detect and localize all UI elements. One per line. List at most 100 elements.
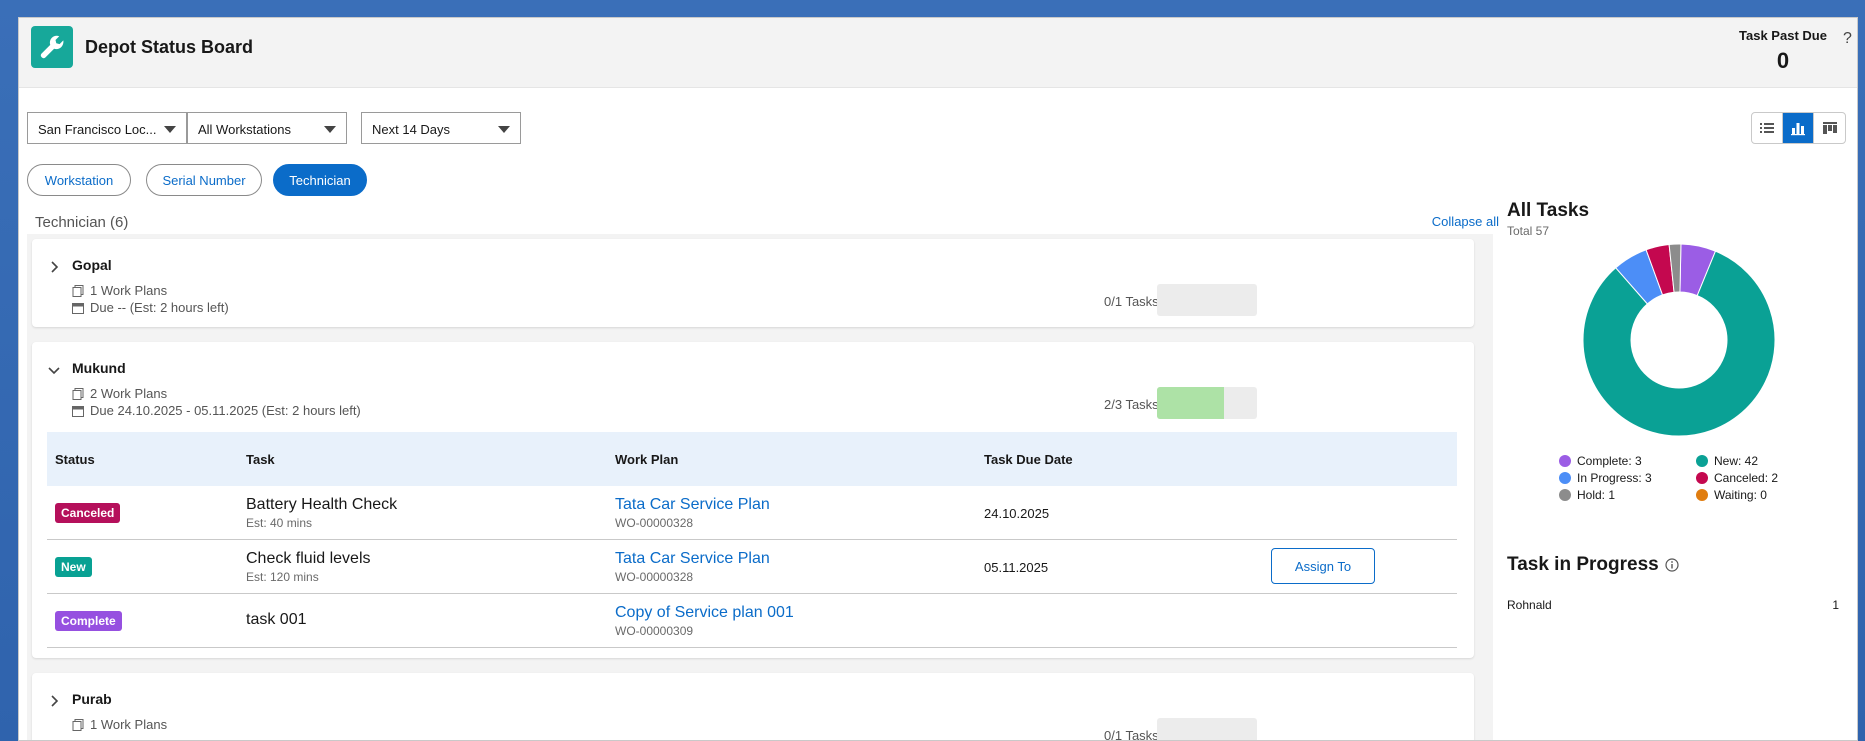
chart-view-icon[interactable] [1783, 113, 1814, 143]
location-select-value: San Francisco Loc... [38, 122, 157, 137]
work-plan-cell: Tata Car Service Plan WO-00000328 [615, 550, 770, 584]
technician-card-purab: Purab 1 Work Plans 0/1 Tasks [32, 673, 1474, 741]
task-name: Battery Health Check [246, 496, 398, 513]
tasks-table: Status Task Work Plan Task Due Date Canc… [47, 432, 1457, 648]
work-plans-count: 1 Work Plans [90, 283, 168, 298]
calendar-icon [72, 302, 84, 314]
assign-to-button[interactable]: Assign To [1271, 548, 1375, 584]
work-plan-cell: Tata Car Service Plan WO-00000328 [615, 496, 770, 530]
in-progress-technician-count: 1 [1832, 598, 1839, 612]
task-progress-bar [1157, 718, 1257, 740]
legend-label: In Progress: 3 [1577, 471, 1652, 485]
task-estimate: Est: 120 mins [246, 570, 319, 584]
legend-dot [1559, 455, 1571, 467]
legend-label: Canceled: 2 [1714, 471, 1779, 485]
task-in-progress-title: Task in Progress [1507, 554, 1679, 576]
work-plans-line: 1 Work Plans [72, 283, 167, 298]
task-due-date: 24.10.2025 [984, 506, 1050, 521]
work-plan-cell: Copy of Service plan 001 WO-00000309 [615, 604, 794, 638]
task-progress-bar [1157, 284, 1257, 316]
task-name: task 001 [246, 611, 307, 628]
group-by-technician[interactable]: Technician [273, 164, 367, 196]
legend-item-new: New: 42 [1696, 454, 1758, 468]
legend-item-waiting: Waiting: 0 [1696, 488, 1767, 502]
task-due-date: 05.11.2025 [984, 560, 1049, 575]
legend-label: New: 42 [1714, 454, 1759, 468]
documents-icon [72, 718, 84, 731]
in-progress-technician-name: Rohnald [1507, 598, 1552, 612]
work-plans-line: 1 Work Plans [72, 717, 167, 732]
column-header-task: Task [246, 451, 275, 467]
all-tasks-donut-chart [1582, 243, 1776, 437]
task-cell: Check fluid levels Est: 120 mins [246, 550, 371, 584]
technician-name[interactable]: Mukund [72, 360, 126, 376]
app-window: Depot Status Board Task Past Due 0 ? San… [18, 17, 1858, 741]
chevron-right-icon[interactable] [48, 261, 60, 273]
legend-label: Waiting: 0 [1714, 488, 1767, 502]
list-view-icon[interactable] [1752, 113, 1783, 143]
work-plan-link[interactable]: Tata Car Service Plan [615, 550, 770, 568]
legend-dot [1696, 489, 1708, 501]
table-row: Complete task 001 Copy of Service plan 0… [47, 594, 1457, 648]
legend-item-canceled: Canceled: 2 [1696, 471, 1778, 485]
chevron-down-icon [164, 126, 176, 133]
collapse-all-link[interactable]: Collapse all [1399, 214, 1499, 229]
work-plan-link[interactable]: Copy of Service plan 001 [615, 604, 794, 622]
technician-name[interactable]: Purab [72, 691, 112, 707]
chevron-down-icon[interactable] [48, 364, 60, 376]
technician-name[interactable]: Gopal [72, 257, 112, 273]
work-order-id: WO-00000328 [615, 570, 694, 584]
page-header: Depot Status Board Task Past Due 0 ? [19, 18, 1857, 88]
work-order-id: WO-00000328 [615, 516, 694, 530]
legend-dot [1559, 472, 1571, 484]
period-select-value: Next 14 Days [372, 122, 451, 137]
documents-icon [72, 387, 84, 400]
table-row: New Check fluid levels Est: 120 mins Tat… [47, 540, 1457, 594]
table-row: Canceled Battery Health Check Est: 40 mi… [47, 486, 1457, 540]
work-plans-count: 2 Work Plans [90, 386, 168, 401]
column-header-task-due-date: Task Due Date [984, 451, 1073, 467]
workstation-select-value: All Workstations [198, 122, 291, 137]
status-badge: New [55, 557, 92, 577]
work-order-id: WO-00000309 [615, 624, 694, 638]
group-by-serial-number[interactable]: Serial Number [146, 164, 262, 196]
task-name: Check fluid levels [246, 550, 371, 567]
legend-label: Complete: 3 [1577, 454, 1642, 468]
calendar-icon [72, 405, 84, 417]
period-select[interactable]: Next 14 Days [361, 112, 521, 144]
legend-dot [1696, 455, 1708, 467]
table-header: Status Task Work Plan Task Due Date [47, 432, 1457, 486]
tasks-count: 0/1 Tasks [1104, 728, 1159, 741]
column-header-status: Status [55, 451, 95, 467]
location-select[interactable]: San Francisco Loc... [27, 112, 187, 144]
all-tasks-title: All Tasks [1507, 200, 1590, 221]
view-toggle [1751, 112, 1846, 144]
legend-item-complete: Complete: 3 [1559, 454, 1642, 468]
all-tasks-total: Total 57 [1507, 224, 1550, 238]
technician-list: Gopal 1 Work Plans Due -- (Est: 2 hours … [27, 234, 1493, 741]
work-plan-link[interactable]: Tata Car Service Plan [615, 496, 770, 514]
task-progress-fill [1157, 387, 1224, 419]
work-plans-count: 1 Work Plans [90, 717, 168, 732]
status-badge: Canceled [55, 503, 121, 523]
board-view-icon[interactable] [1814, 113, 1845, 143]
task-estimate: Est: 40 mins [246, 516, 313, 530]
technician-count-heading: Technician (6) [35, 214, 129, 231]
help-icon[interactable]: ? [1843, 30, 1852, 48]
workstation-select[interactable]: All Workstations [187, 112, 347, 144]
documents-icon [72, 284, 84, 297]
info-icon[interactable] [1665, 558, 1679, 572]
tasks-count: 2/3 Tasks [1104, 397, 1159, 412]
work-plans-line: 2 Work Plans [72, 386, 167, 401]
task-cell: Battery Health Check Est: 40 mins [246, 496, 397, 530]
legend-item-in-progress: In Progress: 3 [1559, 471, 1652, 485]
chevron-down-icon [324, 126, 336, 133]
wrench-icon [31, 26, 73, 68]
legend-label: Hold: 1 [1577, 488, 1616, 502]
page-title: Depot Status Board [85, 37, 254, 57]
technician-card-mukund: Mukund 2 Work Plans Due 24.10.2025 - 05.… [32, 342, 1474, 658]
legend-item-hold: Hold: 1 [1559, 488, 1615, 502]
task-cell: task 001 [246, 611, 306, 629]
chevron-right-icon[interactable] [48, 695, 60, 707]
group-by-workstation[interactable]: Workstation [27, 164, 131, 196]
